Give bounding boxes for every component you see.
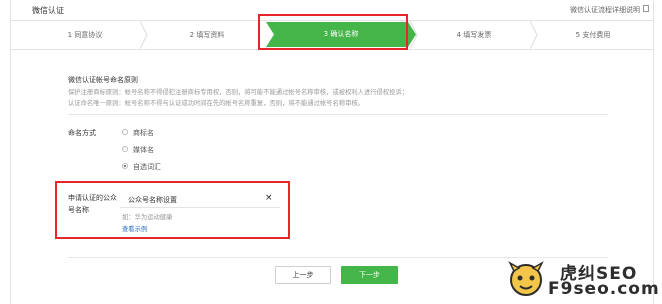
watermark-line-2: F9seo.com <box>548 279 660 299</box>
step-separator-chevron-icon <box>530 21 538 49</box>
watermark: 虎纠SEO F9seo.com <box>504 257 659 301</box>
rule-unique: 认证命名唯一原则：帐号名称不得与认证成功时间在先的帐号名称重复，否则，将不能通过… <box>68 100 364 107</box>
name-hint: 如：华为运动健康 <box>122 214 173 221</box>
step-1-label: 1 同意协议 <box>67 31 103 39</box>
highlight-box-step <box>258 14 408 50</box>
help-link[interactable]: 微信认证流程详细说明 <box>570 5 640 15</box>
doc-icon[interactable] <box>643 5 649 12</box>
naming-method-label: 命名方式 <box>68 129 96 137</box>
step-2: 2 填写资料 <box>148 21 266 49</box>
page-title: 微信认证 <box>32 6 64 15</box>
view-example-link[interactable]: 查看示例 <box>122 224 147 233</box>
account-name-label: 申请认证的公众号名称 <box>68 194 117 214</box>
step-separator-chevron-icon <box>140 21 148 49</box>
step-5-label: 5 支付费用 <box>575 31 611 39</box>
step-4: 4 填写发票 <box>418 21 530 49</box>
previous-step-button[interactable]: 上一步 <box>275 266 331 284</box>
radio-custom-label[interactable]: 自选词汇 <box>133 162 161 172</box>
next-step-button[interactable]: 下一步 <box>341 266 398 284</box>
step-1: 1 同意协议 <box>30 21 140 49</box>
radio-trademark-label[interactable]: 商标名 <box>133 128 154 138</box>
rules-title: 微信认证帐号命名原则 <box>68 76 138 84</box>
step-4-label: 4 填写发票 <box>456 31 492 39</box>
step-2-label: 2 填写资料 <box>189 31 225 39</box>
clear-icon[interactable]: × <box>265 193 273 203</box>
step-5: 5 支付费用 <box>538 21 648 49</box>
section-divider <box>68 114 608 115</box>
radio-trademark[interactable] <box>122 129 128 135</box>
radio-media-label[interactable]: 媒体名 <box>133 145 154 155</box>
radio-media[interactable] <box>122 146 128 152</box>
radio-custom[interactable] <box>122 163 128 169</box>
account-name-value[interactable]: 公众号名称设置 <box>128 195 177 205</box>
mascot-logo-icon <box>508 261 544 296</box>
rule-trademark: 保护注册商标原则：帐号名称不得侵犯注册商标专用权，否则，将可能不能通过帐号名称审… <box>68 89 409 96</box>
